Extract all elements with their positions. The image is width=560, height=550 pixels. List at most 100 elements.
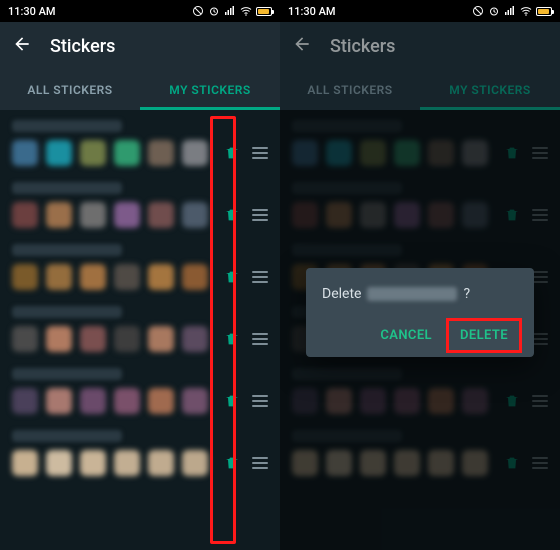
delete-dialog: Delete ? CANCEL DELETE [306, 268, 534, 357]
sticker-thumbnail [12, 264, 38, 290]
pack-title-redacted [12, 430, 122, 442]
pack-thumbnails [12, 140, 218, 166]
sticker-thumbnail [182, 140, 208, 166]
sticker-pack [0, 420, 280, 482]
sticker-thumbnail [148, 326, 174, 352]
status-time: 11:30 AM [288, 5, 336, 18]
sticker-thumbnail [182, 264, 208, 290]
signal-icon [224, 5, 236, 17]
arrow-left-icon [292, 34, 312, 54]
sticker-thumbnail [114, 388, 140, 414]
wifi-icon [520, 5, 532, 17]
alarm-icon [208, 5, 220, 17]
cancel-button[interactable]: CANCEL [370, 322, 442, 349]
drag-handle[interactable] [252, 147, 268, 159]
app-bar: Stickers [0, 22, 280, 70]
sticker-thumbnail [182, 202, 208, 228]
drag-handle[interactable] [252, 209, 268, 221]
pack-title-redacted [12, 244, 122, 256]
pack-thumbnails [12, 202, 218, 228]
sticker-pack [0, 110, 280, 172]
sticker-pack-list [0, 110, 280, 550]
arrow-left-icon [12, 34, 32, 54]
pack-title-redacted [12, 368, 122, 380]
drag-handle[interactable] [252, 457, 268, 469]
sticker-thumbnail [114, 202, 140, 228]
annotation-highlight-delete-column [210, 116, 236, 544]
sticker-pack [0, 296, 280, 358]
tab-all-stickers[interactable]: ALL STICKERS [280, 70, 420, 110]
sticker-thumbnail [80, 450, 106, 476]
sticker-pack [0, 234, 280, 296]
sticker-thumbnail [148, 264, 174, 290]
pack-title-redacted [12, 120, 122, 132]
drag-handle[interactable] [252, 333, 268, 345]
sticker-pack-list: Delete ? CANCEL DELETE [280, 110, 560, 550]
sticker-thumbnail [80, 388, 106, 414]
status-bar: 11:30 AM [0, 0, 280, 22]
delete-button[interactable]: DELETE [450, 322, 518, 349]
dialog-suffix: ? [463, 286, 470, 302]
sticker-thumbnail [148, 202, 174, 228]
sticker-thumbnail [80, 326, 106, 352]
sticker-thumbnail [12, 140, 38, 166]
drag-handle[interactable] [252, 395, 268, 407]
sticker-thumbnail [12, 326, 38, 352]
battery-icon [256, 7, 272, 16]
pack-title-redacted [12, 182, 122, 194]
back-button[interactable] [292, 34, 312, 58]
tab-all-stickers[interactable]: ALL STICKERS [0, 70, 140, 110]
alarm-icon [488, 5, 500, 17]
dialog-pack-name-redacted [367, 287, 457, 301]
sticker-thumbnail [114, 264, 140, 290]
sticker-thumbnail [80, 140, 106, 166]
sticker-thumbnail [46, 388, 72, 414]
app-bar: Stickers [280, 22, 560, 70]
sticker-thumbnail [80, 202, 106, 228]
dialog-message: Delete ? [322, 286, 518, 302]
sticker-thumbnail [12, 388, 38, 414]
tabs: ALL STICKERS MY STICKERS [0, 70, 280, 110]
sticker-thumbnail [114, 450, 140, 476]
sticker-thumbnail [182, 388, 208, 414]
back-button[interactable] [12, 34, 32, 58]
tab-my-stickers[interactable]: MY STICKERS [420, 70, 560, 110]
sticker-thumbnail [12, 450, 38, 476]
status-icons [472, 5, 552, 17]
phone-right: 11:30 AM Stickers ALL STICKERS MY STICKE… [280, 0, 560, 550]
pack-thumbnails [12, 450, 218, 476]
tabs: ALL STICKERS MY STICKERS [280, 70, 560, 110]
sticker-thumbnail [182, 326, 208, 352]
sticker-thumbnail [46, 140, 72, 166]
sticker-thumbnail [46, 450, 72, 476]
sticker-thumbnail [114, 140, 140, 166]
sticker-pack [0, 358, 280, 420]
status-time: 11:30 AM [8, 5, 56, 18]
sticker-thumbnail [148, 140, 174, 166]
page-title: Stickers [50, 36, 115, 57]
sticker-thumbnail [148, 388, 174, 414]
dialog-actions: CANCEL DELETE [322, 322, 518, 349]
sticker-thumbnail [182, 450, 208, 476]
sticker-thumbnail [114, 326, 140, 352]
sticker-thumbnail [148, 450, 174, 476]
dnd-icon [192, 5, 204, 17]
dialog-prefix: Delete [322, 286, 361, 302]
sticker-thumbnail [46, 264, 72, 290]
sticker-thumbnail [80, 264, 106, 290]
sticker-thumbnail [12, 202, 38, 228]
dnd-icon [472, 5, 484, 17]
sticker-pack [0, 172, 280, 234]
phone-left: 11:30 AM Stickers ALL STICKERS MY STICKE… [0, 0, 280, 550]
pack-thumbnails [12, 264, 218, 290]
pack-thumbnails [12, 326, 218, 352]
pack-thumbnails [12, 388, 218, 414]
drag-handle[interactable] [252, 271, 268, 283]
tab-my-stickers[interactable]: MY STICKERS [140, 70, 280, 110]
page-title: Stickers [330, 36, 395, 57]
modal-backdrop[interactable]: Delete ? CANCEL DELETE [280, 110, 560, 550]
status-icons [192, 5, 272, 17]
sticker-thumbnail [46, 326, 72, 352]
signal-icon [504, 5, 516, 17]
sticker-thumbnail [46, 202, 72, 228]
